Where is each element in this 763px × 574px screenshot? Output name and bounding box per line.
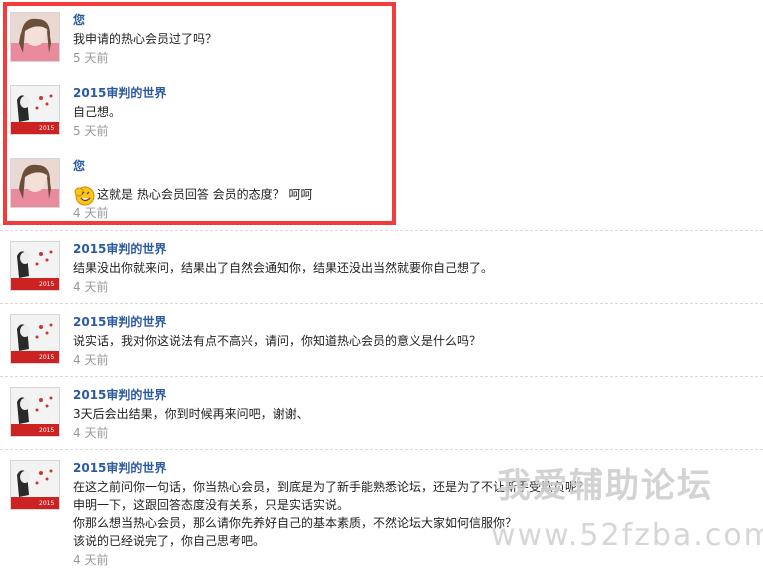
avatar[interactable]: 2015 xyxy=(10,241,60,291)
message-text: 申明一下，这跟回答态度没有关系，只是实话实说。 xyxy=(73,498,350,512)
message-text: 自己想。 xyxy=(73,105,122,119)
svg-text:2015: 2015 xyxy=(39,427,54,434)
avatar[interactable]: 2015 xyxy=(10,85,60,135)
avatar[interactable]: 2015 xyxy=(10,314,60,364)
art-avatar-icon: 2015 xyxy=(11,86,59,134)
avatar[interactable] xyxy=(10,12,60,62)
art-avatar-icon: 2015 xyxy=(11,461,59,509)
timestamp: 4 天前 xyxy=(73,426,109,440)
message-text: 你那么想当热心会员，那么请你先养好自己的基本素质，不然论坛大家如何信服你？ xyxy=(73,516,518,530)
art-avatar-icon: 2015 xyxy=(11,315,59,363)
girl-avatar-icon xyxy=(11,159,59,207)
art-avatar-icon: 2015 xyxy=(11,242,59,290)
divider xyxy=(0,376,763,377)
message-text: 我申请的热心会员过了吗？ xyxy=(73,32,218,46)
svg-text:2015: 2015 xyxy=(39,354,54,361)
avatar[interactable] xyxy=(10,158,60,208)
svg-text:2015: 2015 xyxy=(39,125,54,132)
avatar[interactable]: 2015 xyxy=(10,460,60,510)
avatar[interactable]: 2015 xyxy=(10,387,60,437)
timestamp: 4 天前 xyxy=(73,280,109,294)
svg-text:2015: 2015 xyxy=(39,281,54,288)
message-text: 结果没出你就来问，结果出了自然会通知你，结果还没出当然就要你自己想了。 xyxy=(73,261,494,275)
timestamp: 5 天前 xyxy=(73,51,109,65)
username[interactable]: 您 xyxy=(73,158,85,174)
timestamp: 4 天前 xyxy=(73,553,109,567)
message-text: 3天后会出结果，你到时候再来问吧，谢谢、 xyxy=(73,407,309,421)
message-text-content: 这就是 热心会员回答 会员的态度？ 呵呵 xyxy=(97,187,313,202)
message-thread: 您 我申请的热心会员过了吗？ 5 天前 2015 2015审判的世界 自己想。 … xyxy=(0,0,763,574)
watermark-title: 我爱辅助论坛 xyxy=(497,466,713,506)
username[interactable]: 2015审判的世界 xyxy=(73,460,166,476)
watermark-url: www.52fzba.com xyxy=(491,518,763,553)
username[interactable]: 2015审判的世界 xyxy=(73,85,166,101)
laughing-smiley-icon xyxy=(74,186,95,206)
divider xyxy=(0,303,763,304)
username[interactable]: 2015审判的世界 xyxy=(73,314,166,330)
timestamp: 4 天前 xyxy=(73,353,109,367)
username[interactable]: 2015审判的世界 xyxy=(73,241,166,257)
message-text: 该说的已经说完了，你自己思考吧。 xyxy=(73,534,266,548)
message-text: 说实话，我对你这说法有点不高兴，请问，你知道热心会员的意义是什么吗？ xyxy=(73,334,482,348)
message-text: 这就是 热心会员回答 会员的态度？ 呵呵 xyxy=(73,184,312,206)
divider xyxy=(0,230,763,231)
svg-text:2015: 2015 xyxy=(39,500,54,507)
timestamp: 5 天前 xyxy=(73,124,109,138)
divider xyxy=(0,449,763,450)
timestamp: 4 天前 xyxy=(73,206,109,220)
art-avatar-icon: 2015 xyxy=(11,388,59,436)
girl-avatar-icon xyxy=(11,13,59,61)
username[interactable]: 您 xyxy=(73,12,85,28)
username[interactable]: 2015审判的世界 xyxy=(73,387,166,403)
